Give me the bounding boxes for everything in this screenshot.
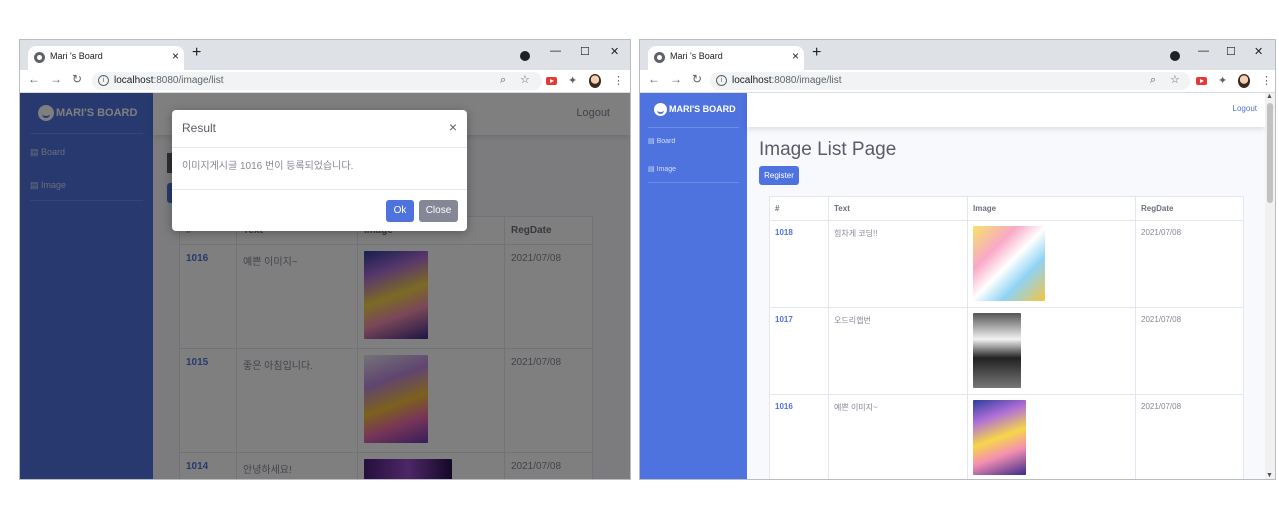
scrollbar-thumb[interactable] xyxy=(1267,103,1273,203)
tab-close-icon[interactable]: × xyxy=(172,49,179,63)
col-header-id: # xyxy=(769,196,829,221)
globe-icon xyxy=(654,52,665,63)
url-path: :8080/image/list xyxy=(153,75,224,86)
tab-strip: Mari 's Board × + — ☐ ✕ xyxy=(20,40,630,70)
tab-close-icon[interactable]: × xyxy=(792,49,799,63)
info-icon[interactable]: i xyxy=(98,75,109,86)
ok-button[interactable]: Ok xyxy=(386,200,414,222)
reload-icon[interactable]: ↻ xyxy=(72,72,82,86)
tab-strip: Mari 's Board × + — ☐ ✕ xyxy=(640,40,1275,70)
back-icon[interactable]: ← xyxy=(648,72,660,86)
row-date: 2021/07/08 xyxy=(1135,220,1244,308)
browser-toolbar: ← → ↻ i localhost:8080/image/list ⌕ ☆ ✦ … xyxy=(20,70,630,93)
address-bar[interactable]: i localhost:8080/image/list ⌕ ☆ xyxy=(710,72,1190,90)
reload-icon[interactable]: ↻ xyxy=(692,72,702,86)
new-tab-icon[interactable]: + xyxy=(192,44,201,62)
col-header-regdate: RegDate xyxy=(1135,196,1244,221)
profile-avatar-icon[interactable] xyxy=(1238,74,1250,88)
zoom-icon[interactable]: ⌕ xyxy=(1150,74,1156,87)
page-title: Image List Page xyxy=(759,139,897,160)
browser-window-right: Mari 's Board × + — ☐ ✕ ← → ↻ i localhos… xyxy=(640,40,1275,479)
table-row: 1018 힘차게 코딩!! 2021/07/08 xyxy=(769,220,1244,308)
logout-link[interactable]: Logout xyxy=(1233,104,1257,113)
back-icon[interactable]: ← xyxy=(28,72,40,86)
tab-search-icon[interactable] xyxy=(520,51,530,61)
address-bar[interactable]: i localhost:8080/image/list ⌕ ☆ xyxy=(92,72,542,90)
new-tab-icon[interactable]: + xyxy=(812,44,821,62)
result-modal: Result × 이미지게시글 1016 번이 등록되었습니다. Ok Clos… xyxy=(172,110,467,231)
maximize-icon[interactable]: ☐ xyxy=(580,45,590,58)
scroll-up-icon[interactable]: ▲ xyxy=(1266,93,1273,100)
forward-icon[interactable]: → xyxy=(50,72,62,86)
row-thumbnail[interactable] xyxy=(973,313,1021,388)
row-date: 2021/07/08 xyxy=(1135,394,1244,479)
browser-tab[interactable]: Mari 's Board × xyxy=(28,46,184,70)
url-path: :8080/image/list xyxy=(771,75,842,86)
sidebar-item-board[interactable]: ▤ Board xyxy=(648,137,675,145)
register-button[interactable]: Register xyxy=(759,166,799,185)
modal-footer: Ok Close xyxy=(172,189,467,232)
window-close-icon[interactable]: ✕ xyxy=(1254,45,1263,58)
main-content: Logout Image List Page Register # Text I… xyxy=(747,93,1265,479)
minimize-icon[interactable]: — xyxy=(1198,45,1209,57)
table-row: 1017 오드리햅번 2021/07/08 xyxy=(769,307,1244,395)
tab-title: Mari 's Board xyxy=(670,51,723,61)
profile-avatar-icon[interactable] xyxy=(589,74,601,88)
minimize-icon[interactable]: — xyxy=(550,45,561,57)
forward-icon[interactable]: → xyxy=(670,72,682,86)
url-host: localhost xyxy=(732,75,772,86)
modal-title: Result xyxy=(182,121,217,135)
extensions-icon[interactable]: ✦ xyxy=(568,74,577,87)
maximize-icon[interactable]: ☐ xyxy=(1226,45,1236,58)
browser-window-left: Mari 's Board × + — ☐ ✕ ← → ↻ i localhos… xyxy=(20,40,630,479)
smile-logo-icon xyxy=(654,103,667,116)
sidebar-item-image[interactable]: ▤ Image xyxy=(648,165,676,173)
globe-icon xyxy=(34,52,45,63)
row-id-link[interactable]: 1016 xyxy=(769,394,829,479)
menu-kebab-icon[interactable]: ⋮ xyxy=(613,74,624,87)
brand-logo[interactable]: MARI'S BOARD xyxy=(654,103,736,116)
bookmark-star-icon[interactable]: ☆ xyxy=(1170,73,1180,86)
row-date: 2021/07/08 xyxy=(1135,307,1244,395)
row-id-link[interactable]: 1017 xyxy=(769,307,829,395)
youtube-extension-icon[interactable] xyxy=(1196,77,1207,85)
row-text: 오드리햅번 xyxy=(828,307,968,395)
page: MARI'S BOARD ▤ Board ▤ Image Logout Imag… xyxy=(640,93,1275,479)
url-host: localhost xyxy=(114,75,154,86)
browser-toolbar: ← → ↻ i localhost:8080/image/list ⌕ ☆ ✦ … xyxy=(640,70,1275,93)
tab-search-icon[interactable] xyxy=(1170,51,1180,61)
page: MARI'S BOARD ▤ Board ▤ Image Logout # Te… xyxy=(20,93,630,479)
image-table: # Text Image RegDate 1018 힘차게 코딩!! 2021/… xyxy=(769,196,1244,479)
table-row: 1016 예쁜 이미지~ 2021/07/08 xyxy=(769,394,1244,479)
col-header-text: Text xyxy=(828,196,968,221)
menu-kebab-icon[interactable]: ⋮ xyxy=(1261,74,1272,87)
bookmark-star-icon[interactable]: ☆ xyxy=(520,73,530,86)
youtube-extension-icon[interactable] xyxy=(546,77,557,85)
sidebar-divider xyxy=(648,127,739,128)
topbar: Logout xyxy=(747,93,1265,127)
window-close-icon[interactable]: ✕ xyxy=(610,45,619,58)
sidebar: MARI'S BOARD ▤ Board ▤ Image xyxy=(640,93,747,479)
extensions-icon[interactable]: ✦ xyxy=(1218,74,1227,87)
row-text: 힘차게 코딩!! xyxy=(828,220,968,308)
info-icon[interactable]: i xyxy=(716,75,727,86)
modal-header: Result × xyxy=(172,110,467,148)
modal-message: 이미지게시글 1016 번이 등록되었습니다. xyxy=(182,161,354,172)
row-id-link[interactable]: 1018 xyxy=(769,220,829,308)
scroll-down-icon[interactable]: ▼ xyxy=(1266,472,1273,479)
zoom-icon[interactable]: ⌕ xyxy=(500,74,506,87)
row-thumbnail[interactable] xyxy=(973,400,1026,475)
col-header-image: Image xyxy=(967,196,1136,221)
vertical-scrollbar[interactable]: ▲ ▼ xyxy=(1265,93,1275,479)
row-text: 예쁜 이미지~ xyxy=(828,394,968,479)
row-thumbnail[interactable] xyxy=(973,226,1045,301)
sidebar-divider xyxy=(648,182,739,183)
tab-title: Mari 's Board xyxy=(50,51,103,61)
close-button[interactable]: Close xyxy=(419,200,458,222)
modal-close-icon[interactable]: × xyxy=(449,119,457,135)
browser-tab[interactable]: Mari 's Board × xyxy=(648,46,804,70)
